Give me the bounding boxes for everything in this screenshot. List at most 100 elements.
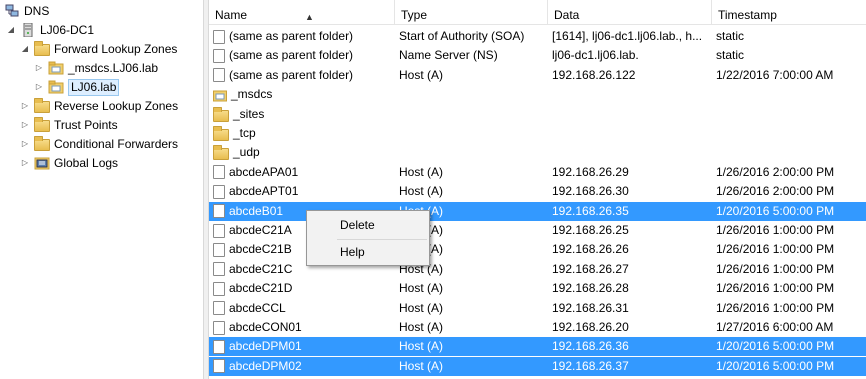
record-data: 192.168.26.31: [552, 300, 629, 315]
record-name: _msdcs: [231, 87, 273, 102]
record-icon: [213, 223, 225, 238]
cell-name: abcdeC21D: [213, 279, 395, 298]
record-data: 192.168.26.29: [552, 164, 629, 179]
tree-item[interactable]: ▷ LJ06.lab: [34, 78, 120, 96]
record-timestamp: 1/26/2016 1:00:00 PM: [716, 223, 835, 237]
column-header-data[interactable]: Data: [548, 0, 712, 24]
table-row[interactable]: _udp: [209, 143, 866, 162]
record-name: _sites: [233, 106, 265, 121]
record-icon: [213, 301, 225, 316]
record-data: 192.168.26.26: [552, 242, 629, 257]
tree-item[interactable]: ▷ Trust Points: [20, 116, 118, 134]
cell-name: abcdeDPM01: [213, 337, 395, 356]
record-timestamp: 1/26/2016 1:00:00 PM: [716, 242, 835, 257]
table-row[interactable]: abcdeAPT01 Host (A) 192.168.26.30 1/26/2016…: [209, 182, 866, 201]
record-timestamp: static: [716, 48, 745, 63]
column-header-type[interactable]: Type: [395, 0, 548, 24]
record-data: 192.168.26.35: [552, 203, 629, 218]
log-icon: [34, 156, 50, 170]
record-type: Host (A): [399, 339, 444, 354]
record-timestamp: [716, 143, 864, 162]
cell-name: abcdeAPT01: [213, 182, 395, 201]
context-menu-delete[interactable]: Delete: [307, 214, 429, 236]
tree-item[interactable]: ▷ Reverse Lookup Zones: [20, 97, 178, 115]
table-row[interactable]: abcdeDPM02 Host (A) 192.168.26.37 1/20/2016…: [209, 356, 866, 376]
record-timestamp: 1/20/2016 5:00:00 PM: [716, 203, 835, 218]
column-header-timestamp-label: Timestamp: [718, 8, 777, 22]
zone-icon: [213, 88, 227, 102]
tree-item[interactable]: ▷ _msdcs.LJ06.lab: [34, 59, 158, 77]
expand-icon[interactable]: ▷: [20, 154, 30, 172]
tree-item-label: DNS: [24, 4, 50, 18]
dns-manager-icon: [4, 4, 20, 18]
record-type: [399, 85, 551, 104]
context-menu-help[interactable]: Help: [307, 241, 429, 263]
record-name: (same as parent folder): [229, 67, 354, 82]
record-icon: [213, 281, 225, 296]
expand-icon[interactable]: ▷: [20, 135, 30, 153]
collapse-icon[interactable]: ◢: [20, 40, 30, 58]
folder-icon: [34, 41, 50, 56]
record-data: 192.168.26.122: [552, 67, 636, 82]
record-icon: [213, 48, 225, 63]
zone-icon: [48, 61, 64, 75]
tree-item-label: Conditional Forwarders: [54, 137, 179, 151]
tree-item-label: Global Logs: [54, 156, 119, 170]
table-row[interactable]: (same as parent folder) Host (A) 192.168.2…: [209, 66, 866, 85]
tree-item[interactable]: DNS: [4, 2, 49, 20]
table-row[interactable]: abcdeC21D Host (A) 192.168.26.28 1/26/2016 …: [209, 279, 866, 298]
record-type: Host (A): [399, 320, 444, 334]
table-row[interactable]: _sites: [209, 105, 866, 124]
expand-icon[interactable]: ▷: [20, 116, 30, 134]
context-menu-separator: [337, 239, 427, 240]
table-row[interactable]: (same as parent folder) Name Server (NS) l…: [209, 46, 866, 65]
record-data: 192.168.26.30: [552, 184, 629, 199]
cell-name: abcdeCCL: [213, 299, 395, 318]
table-row[interactable]: _msdcs: [209, 85, 866, 104]
record-name: abcdeC21D: [229, 281, 293, 296]
column-header-name[interactable]: Name ▲: [209, 0, 395, 24]
record-data: [552, 105, 712, 124]
folder-icon: [213, 106, 229, 122]
tree-item[interactable]: ▷ Global Logs: [20, 154, 118, 172]
record-icon: [213, 68, 225, 83]
tree-item[interactable]: ▷ Conditional Forwarders: [20, 135, 178, 153]
record-timestamp: 1/22/2016 7:00:00 AM: [716, 67, 834, 82]
expand-icon[interactable]: ▷: [34, 59, 44, 77]
table-row[interactable]: _tcp: [209, 124, 866, 143]
table-row[interactable]: (same as parent folder) Start of Authorit…: [209, 27, 866, 46]
tree-item-label: _msdcs.LJ06.lab: [68, 61, 159, 75]
tree-item-label: LJ06.lab: [68, 78, 120, 96]
record-timestamp: [716, 105, 864, 124]
tree-item-label: Reverse Lookup Zones: [54, 99, 179, 113]
record-name: abcdeDPM01: [229, 339, 302, 354]
tree-item-label: LJ06-DC1: [40, 23, 95, 37]
record-icon: [213, 184, 225, 199]
record-name: abcdeDPM02: [229, 358, 302, 373]
context-menu: Delete Help: [306, 210, 430, 266]
column-header-timestamp[interactable]: Timestamp: [712, 0, 866, 24]
column-header-data-label: Data: [554, 8, 580, 22]
collapse-icon[interactable]: ◢: [6, 21, 16, 39]
record-icon: [213, 359, 225, 374]
record-type: Host (A): [399, 164, 444, 179]
cell-name: _tcp: [213, 124, 395, 143]
cell-name: abcdeDPM02: [213, 357, 395, 376]
cell-name: _sites: [213, 105, 395, 124]
expand-icon[interactable]: ▷: [34, 78, 44, 96]
table-row[interactable]: abcdeCON01 Host (A) 192.168.26.20 1/27/2016…: [209, 318, 866, 337]
record-data: 192.168.26.28: [552, 281, 629, 296]
record-type: [399, 105, 551, 124]
table-row[interactable]: abcdeAPA01 Host (A) 192.168.26.29 1/26/2016…: [209, 163, 866, 182]
record-data: 192.168.26.37: [552, 358, 629, 373]
table-row[interactable]: abcdeCCL Host (A) 192.168.26.31 1/26/2016 1…: [209, 299, 866, 318]
record-data: 192.168.26.20: [552, 320, 629, 334]
record-data: 192.168.26.25: [552, 223, 629, 237]
table-row[interactable]: abcdeDPM01 Host (A) 192.168.26.36 1/20/2016…: [209, 337, 866, 357]
tree-item[interactable]: ◢ Forward Lookup Zones: [20, 40, 177, 58]
tree-item[interactable]: ◢ LJ06-DC1: [6, 21, 94, 39]
expand-icon[interactable]: ▷: [20, 97, 30, 115]
record-icon: [213, 320, 225, 335]
record-timestamp: 1/26/2016 1:00:00 PM: [716, 281, 835, 296]
record-timestamp: 1/26/2016 1:00:00 PM: [716, 300, 835, 315]
